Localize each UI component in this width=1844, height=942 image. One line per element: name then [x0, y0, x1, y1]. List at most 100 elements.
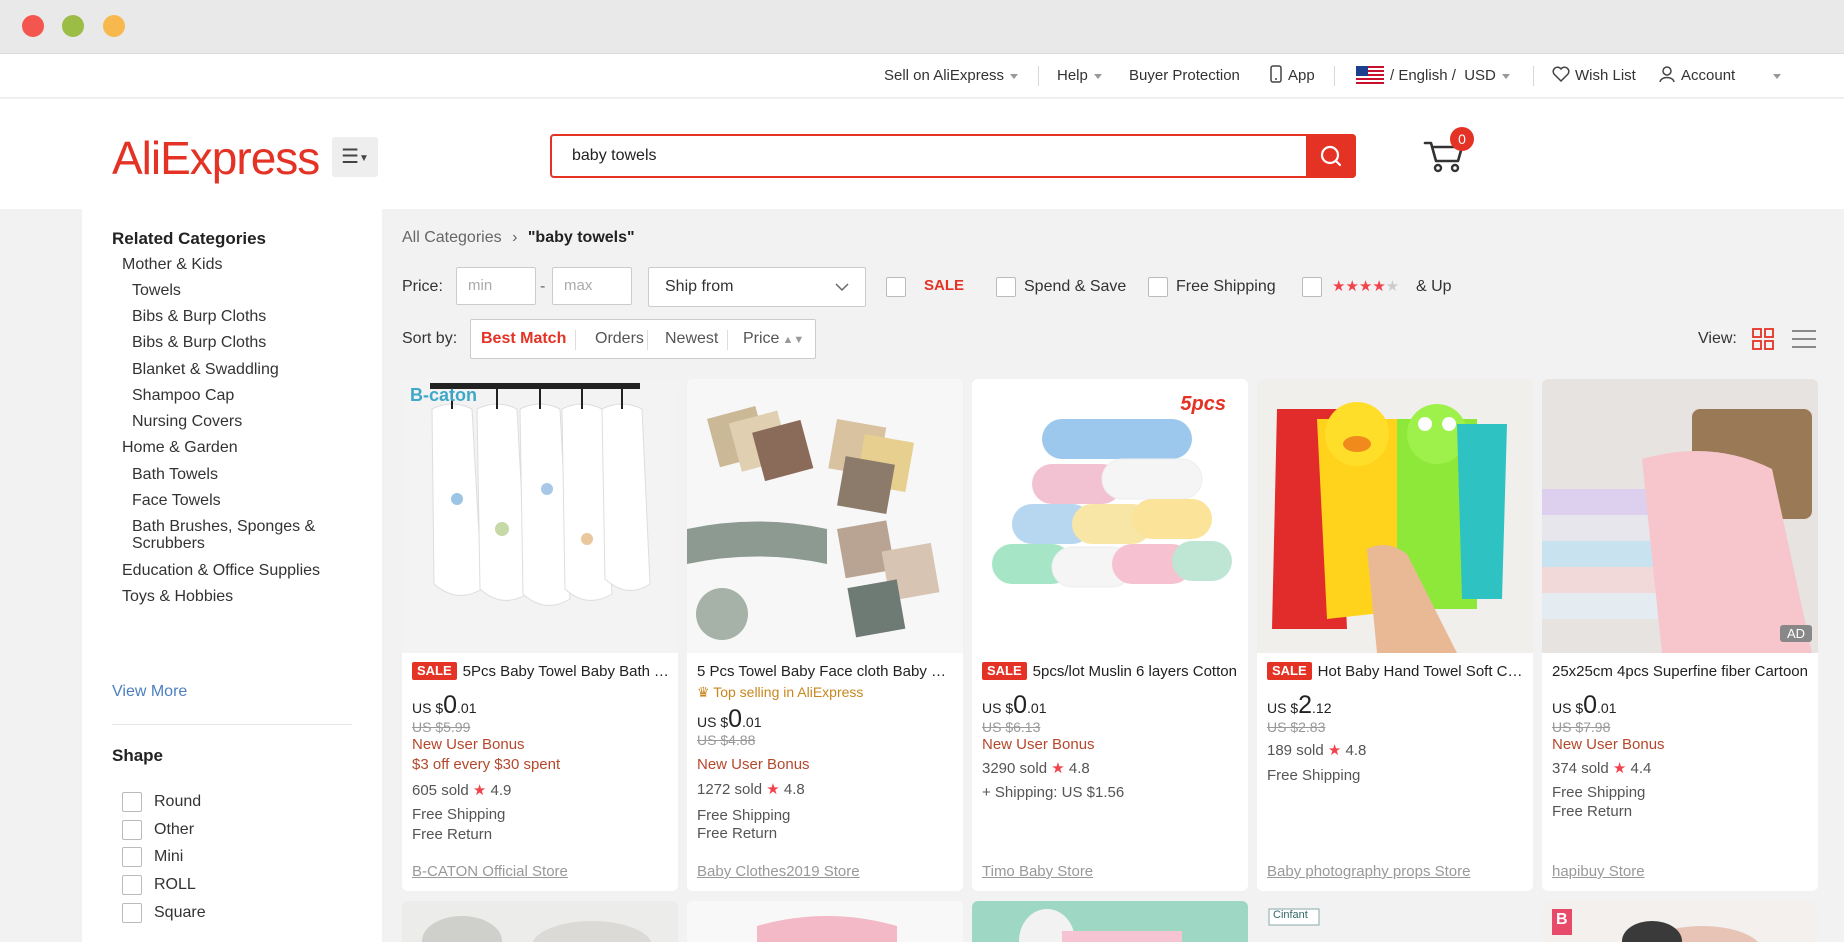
- product-image[interactable]: 5pcs: [972, 379, 1248, 653]
- categories-menu-button[interactable]: ☰▼: [332, 137, 378, 177]
- sort-newest[interactable]: Newest: [665, 320, 718, 358]
- shape-filter-option[interactable]: ROLL: [122, 874, 196, 896]
- shape-filter-option[interactable]: Round: [122, 791, 201, 813]
- sidebar-category-item[interactable]: Mother & Kids: [122, 255, 222, 275]
- price-max-input[interactable]: max: [552, 267, 632, 305]
- product-title-text: Hot Baby Hand Towel Soft Coral: [1317, 663, 1527, 680]
- product-title[interactable]: SALE 5pcs/lot Muslin 6 layers Cotton: [982, 661, 1242, 683]
- sale-checkbox[interactable]: [886, 277, 906, 297]
- app-link[interactable]: App: [1270, 54, 1315, 98]
- rating-checkbox[interactable]: [1302, 277, 1322, 297]
- sidebar-category-item[interactable]: Toys & Hobbies: [122, 587, 233, 607]
- sort-orders[interactable]: Orders: [595, 320, 644, 358]
- store-link[interactable]: B-CATON Official Store: [412, 863, 568, 880]
- phone-icon: [1270, 65, 1282, 83]
- help-menu[interactable]: Help: [1057, 54, 1102, 98]
- coupon-offer: $3 off every $30 spent: [412, 756, 561, 773]
- original-price: US $4.88: [697, 732, 756, 748]
- sidebar-category-item[interactable]: Bibs & Burp Cloths: [132, 333, 266, 353]
- product-image[interactable]: B-caton: [402, 379, 678, 653]
- sort-best-match[interactable]: Best Match: [481, 320, 566, 358]
- pack-count-label: 5pcs: [1180, 393, 1226, 415]
- shape-filter-option[interactable]: Other: [122, 819, 194, 841]
- product-card[interactable]: 5 Pcs Towel Baby Face cloth Baby Wash ♛ …: [687, 379, 963, 891]
- aliexpress-logo[interactable]: AliExpress: [112, 131, 320, 185]
- shape-label: ROLL: [154, 876, 196, 893]
- breadcrumb-all-categories[interactable]: All Categories: [402, 229, 502, 246]
- product-card[interactable]: B-caton SALE 5Pcs Baby Towel Baby Bath To…: [402, 379, 678, 891]
- store-link[interactable]: Baby Clothes2019 Store: [697, 863, 860, 880]
- store-link[interactable]: Timo Baby Store: [982, 863, 1093, 880]
- sidebar-category-item[interactable]: Blanket & Swaddling: [132, 360, 279, 380]
- product-card[interactable]: Cinfant: [1257, 901, 1533, 942]
- sidebar-category-item[interactable]: Shampoo Cap: [132, 386, 234, 406]
- star-icon: ★: [1327, 742, 1342, 759]
- free-shipping-checkbox[interactable]: [1148, 277, 1168, 297]
- shape-checkbox[interactable]: [122, 902, 142, 923]
- sales-rating: 605 sold ★ 4.9: [412, 781, 511, 799]
- sidebar-category-item[interactable]: Scrubbers: [132, 534, 205, 554]
- shipping-info: Free Shipping: [412, 806, 506, 823]
- grid-view-icon[interactable]: [1752, 328, 1774, 350]
- wish-list-link[interactable]: Wish List: [1552, 54, 1636, 98]
- sidebar-category-item[interactable]: Towels: [132, 281, 181, 301]
- top-selling-label: Top selling in AliExpress: [713, 684, 864, 700]
- shape-checkbox[interactable]: [122, 846, 142, 867]
- sort-bar: Sort by: Best Match Orders Newest Price ▲…: [402, 319, 1842, 359]
- view-more-link[interactable]: View More: [112, 683, 187, 701]
- price-currency: US $: [982, 700, 1014, 716]
- list-view-icon[interactable]: [1792, 328, 1816, 350]
- price-min-input[interactable]: min: [456, 267, 536, 305]
- search-button[interactable]: [1306, 134, 1356, 178]
- product-card[interactable]: AD 25x25cm 4pcs Superfine fiber Cartoon …: [1542, 379, 1818, 891]
- product-image[interactable]: [1257, 379, 1533, 653]
- sold-count: 3290 sold: [982, 760, 1048, 777]
- divider: [1334, 66, 1335, 86]
- product-card[interactable]: SALE Hot Baby Hand Towel Soft Coral US $2…: [1257, 379, 1533, 891]
- shape-filter-option[interactable]: Mini: [122, 846, 183, 868]
- buyer-protection-link[interactable]: Buyer Protection: [1129, 54, 1240, 98]
- price-decimal: .01: [1027, 700, 1047, 716]
- sidebar-category-item[interactable]: Nursing Covers: [132, 412, 242, 432]
- ship-from-select[interactable]: Ship from: [648, 267, 866, 307]
- shape-checkbox[interactable]: [122, 819, 142, 840]
- sidebar-category-item[interactable]: Bath Towels: [132, 465, 218, 485]
- product-image[interactable]: AD: [1542, 379, 1818, 653]
- breadcrumb-current: "baby towels": [527, 229, 635, 246]
- product-title[interactable]: 25x25cm 4pcs Superfine fiber Cartoon: [1552, 661, 1812, 683]
- sidebar-category-item[interactable]: Bibs & Burp Cloths: [132, 307, 266, 327]
- product-image[interactable]: [687, 379, 963, 653]
- sold-count: 189 sold: [1267, 742, 1324, 759]
- shape-checkbox[interactable]: [122, 791, 142, 812]
- product-card[interactable]: [972, 901, 1248, 942]
- product-card[interactable]: B: [1542, 901, 1818, 942]
- rating-value: 4.8: [1068, 760, 1090, 777]
- sidebar-category-item[interactable]: Home & Garden: [122, 438, 238, 458]
- product-card[interactable]: 5pcs SALE 5pcs/lot Muslin 6 layers Cotton…: [972, 379, 1248, 891]
- product-title[interactable]: 5 Pcs Towel Baby Face cloth Baby Wash: [697, 661, 957, 683]
- sort-price[interactable]: Price ▲▼: [743, 320, 804, 358]
- spend-save-checkbox[interactable]: [996, 277, 1016, 297]
- sidebar-category-item[interactable]: Education & Office Supplies: [122, 561, 320, 581]
- divider: [112, 724, 352, 725]
- store-link[interactable]: hapibuy Store: [1552, 863, 1645, 880]
- view-label: View:: [1698, 330, 1737, 347]
- product-title[interactable]: SALE Hot Baby Hand Towel Soft Coral: [1267, 661, 1527, 683]
- shape-filter-option[interactable]: Square: [122, 902, 206, 924]
- product-card[interactable]: [687, 901, 963, 942]
- minimize-window-button[interactable]: [62, 15, 84, 37]
- language-currency-selector[interactable]: / English / USD: [1356, 54, 1510, 98]
- shape-checkbox[interactable]: [122, 874, 142, 895]
- account-menu[interactable]: Account: [1659, 54, 1782, 98]
- price-currency: US $: [412, 700, 444, 716]
- maximize-window-button[interactable]: [103, 15, 125, 37]
- product-title[interactable]: SALE 5Pcs Baby Towel Baby Bath Towel: [412, 661, 672, 683]
- sidebar-category-item[interactable]: Face Towels: [132, 491, 221, 511]
- store-link[interactable]: Baby photography props Store: [1267, 863, 1470, 880]
- close-window-button[interactable]: [22, 15, 44, 37]
- sell-on-aliexpress-link[interactable]: Sell on AliExpress: [884, 54, 1019, 98]
- product-card[interactable]: [402, 901, 678, 942]
- ad-badge: AD: [1779, 625, 1812, 642]
- search-input[interactable]: [552, 136, 1304, 176]
- star-icon: ★: [1051, 760, 1065, 777]
